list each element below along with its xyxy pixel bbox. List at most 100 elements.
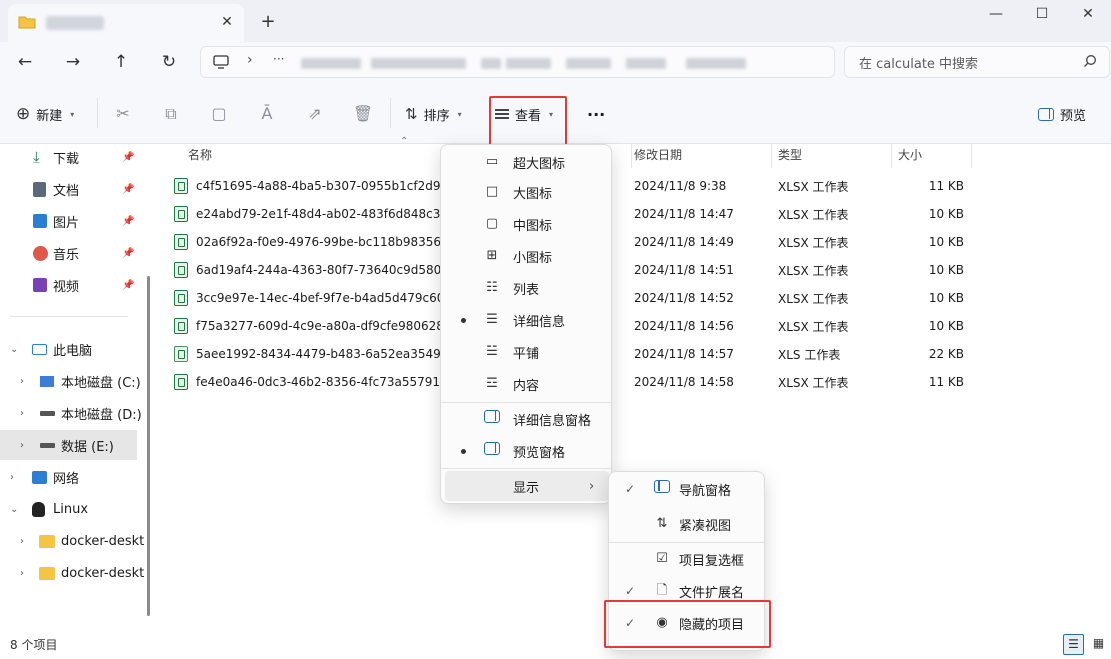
menu-item-show[interactable]: 显示 ›	[445, 471, 609, 501]
menu-item-large-icons[interactable]: □ 大图标	[445, 177, 609, 207]
selected-dot-icon	[461, 448, 466, 454]
chevron-right-icon: ›	[20, 535, 24, 547]
breadcrumb-separator: ›	[247, 52, 253, 68]
scissors-icon: ✂	[116, 104, 130, 123]
sidebar-item-drive-e[interactable]: › 数据 (E:)	[0, 430, 137, 460]
close-window-button[interactable]: ✕	[1065, 0, 1111, 32]
search-placeholder: 在 calculate 中搜索	[859, 57, 979, 72]
menu-item-compact-view[interactable]: ⇅ 紧凑视图	[613, 509, 762, 539]
selected-dot-icon	[461, 317, 466, 323]
menu-item-medium-icons[interactable]: ▢ 中图标	[445, 209, 609, 239]
menu-item-label: 列表	[513, 282, 540, 298]
excel-file-icon	[174, 262, 188, 278]
network-icon	[32, 470, 47, 484]
sidebar-item-downloads[interactable]: ⤓ 下载 📌	[0, 144, 146, 172]
rename-button[interactable]: Ā	[255, 102, 279, 126]
rename-icon: Ā	[261, 104, 273, 123]
sidebar-item-videos[interactable]: 视频 📌	[0, 270, 146, 300]
tab-active[interactable]: ✕	[8, 4, 244, 42]
check-icon: ✓	[625, 482, 636, 496]
address-bar[interactable]: › ···	[200, 46, 835, 78]
details-view-toggle[interactable]: ☰	[1063, 634, 1084, 655]
pin-icon: 📌	[122, 279, 135, 291]
menu-item-content[interactable]: ☲ 内容	[445, 369, 609, 399]
file-name: 5aee1992-8434-4479-b483-6a52ea354911	[196, 347, 444, 361]
cut-button[interactable]: ✂	[111, 102, 135, 126]
refresh-button[interactable]: ↻	[153, 47, 185, 79]
list-icon: ☷	[486, 280, 498, 295]
menu-item-tiles[interactable]: ☱ 平铺	[445, 337, 609, 367]
maximize-button[interactable]: ☐	[1019, 0, 1065, 32]
file-type: XLSX 工作表	[778, 235, 849, 250]
paste-button[interactable]: ▢	[207, 102, 231, 126]
menu-separator	[441, 468, 611, 469]
preview-pane-button[interactable]: 预览	[1038, 102, 1086, 126]
sidebar-item-drive-c[interactable]: › 本地磁盘 (C:)	[0, 366, 146, 396]
column-header-type[interactable]: 类型	[772, 144, 892, 168]
menu-item-details-pane[interactable]: 详细信息窗格	[445, 404, 609, 434]
sidebar-item-music[interactable]: 音乐 📌	[0, 238, 146, 268]
check-icon: ✓	[625, 584, 636, 598]
sidebar-item-docker-2[interactable]: › docker-deskt	[0, 558, 146, 588]
chevron-right-icon: ›	[589, 478, 595, 494]
menu-item-item-checkboxes[interactable]: ☑ 项目复选框	[613, 544, 762, 574]
view-menu: ▭ 超大图标 □ 大图标 ▢ 中图标 ⊞ 小图标 ☷ 列表 ☰ 详细信息 ☱ 平…	[440, 144, 612, 504]
breadcrumb-overflow[interactable]: ···	[273, 52, 284, 66]
close-tab-button[interactable]: ✕	[218, 13, 236, 31]
navigation-pane: ⤓ 下载 📌 文档 📌 图片 📌 音乐 📌 视频 📌 ⌄ 此电脑 › 本地磁盘 …	[0, 144, 146, 632]
sidebar-item-label: 音乐	[53, 247, 80, 263]
sort-ascending-icon: ⌃	[400, 136, 409, 147]
new-button-label: 新建	[36, 108, 63, 124]
new-button[interactable]: ⊕ 新建 ▾	[16, 102, 74, 126]
minimize-button[interactable]: —	[973, 0, 1019, 32]
folder-icon	[39, 566, 55, 580]
sidebar-item-label: 本地磁盘 (D:)	[61, 407, 142, 423]
sidebar-item-this-pc[interactable]: ⌄ 此电脑	[0, 334, 146, 364]
column-header-size[interactable]: 大小	[892, 144, 972, 168]
sidebar-item-linux[interactable]: ⌄ Linux	[0, 494, 146, 524]
sort-icon: ⇅	[405, 105, 418, 123]
file-name: 02a6f92a-f0e9-4976-99be-bc118b98356e_	[196, 235, 444, 249]
menu-item-label: 小图标	[513, 250, 553, 266]
copy-button[interactable]: ⧉	[159, 102, 183, 126]
sidebar-item-documents[interactable]: 文档 📌	[0, 174, 146, 204]
file-modified-date: 2024/11/8 9:38	[634, 179, 727, 193]
menu-item-list[interactable]: ☷ 列表	[445, 273, 609, 303]
file-type: XLSX 工作表	[778, 375, 849, 390]
sidebar-item-network[interactable]: › 网络	[0, 462, 146, 492]
chevron-right-icon: ›	[20, 375, 24, 387]
menu-item-details[interactable]: ☰ 详细信息	[445, 305, 609, 335]
up-button[interactable]: ↑	[105, 47, 137, 79]
computer-icon	[32, 343, 47, 355]
share-button[interactable]: ⇗	[303, 102, 327, 126]
pin-icon: 📌	[122, 215, 135, 227]
file-name: c4f51695-4a88-4ba5-b307-0955b1cf2d95_	[196, 179, 444, 193]
sort-button[interactable]: ⇅ 排序 ▾	[405, 102, 462, 126]
file-extension-icon: 🗋	[656, 583, 668, 598]
menu-item-extra-large-icons[interactable]: ▭ 超大图标	[445, 147, 609, 177]
medium-icons-icon: ▢	[485, 216, 499, 231]
sidebar-item-label: 下载	[53, 151, 80, 167]
delete-button[interactable]: 🗑	[351, 102, 375, 126]
file-modified-date: 2024/11/8 14:51	[634, 263, 734, 277]
tiles-view-toggle[interactable]: ▦	[1088, 634, 1109, 655]
menu-item-small-icons[interactable]: ⊞ 小图标	[445, 241, 609, 271]
column-header-modified[interactable]: 修改日期	[628, 144, 772, 168]
download-icon: ⤓	[33, 148, 40, 166]
highlight-hidden-items	[604, 600, 771, 648]
sidebar-scrollbar[interactable]	[147, 276, 150, 616]
content-icon: ☲	[486, 376, 498, 391]
new-tab-button[interactable]: +	[256, 11, 280, 35]
more-options-button[interactable]: ···	[587, 102, 605, 126]
forward-button[interactable]: →	[57, 47, 89, 79]
sidebar-item-label: Linux	[53, 501, 89, 517]
menu-separator	[609, 542, 764, 543]
menu-item-preview-pane[interactable]: 预览窗格	[445, 436, 609, 466]
sidebar-item-pictures[interactable]: 图片 📌	[0, 206, 146, 236]
sidebar-item-drive-d[interactable]: › 本地磁盘 (D:)	[0, 398, 146, 428]
sidebar-item-docker-1[interactable]: › docker-deskt	[0, 526, 146, 556]
back-button[interactable]: ←	[9, 47, 41, 79]
search-icon	[1084, 55, 1096, 67]
search-input[interactable]: 在 calculate 中搜索	[844, 46, 1110, 78]
menu-item-navigation-pane[interactable]: ✓ 导航窗格	[613, 474, 762, 504]
